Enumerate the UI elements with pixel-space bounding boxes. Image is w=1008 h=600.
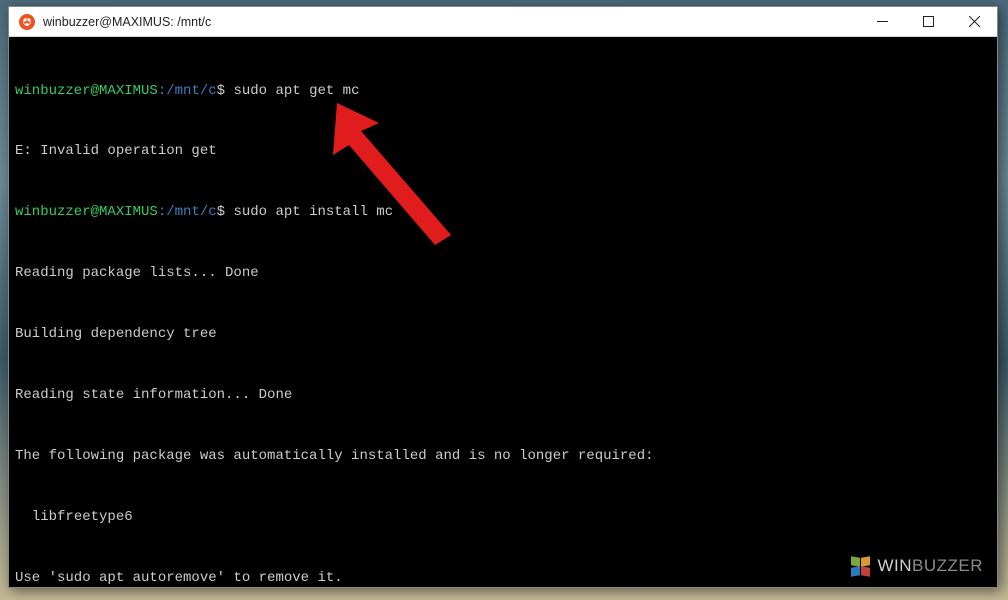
close-button[interactable] — [951, 7, 997, 37]
annotation-arrow-icon — [319, 97, 469, 247]
terminal-line: Reading package lists... Done — [15, 263, 991, 283]
prompt-colon: : — [158, 83, 166, 99]
command-text: sudo apt install mc — [233, 204, 393, 220]
window-title: winbuzzer@MAXIMUS: /mnt/c — [43, 15, 211, 29]
terminal-line: winbuzzer@MAXIMUS:/mnt/c$ sudo apt insta… — [15, 202, 991, 222]
ubuntu-icon — [19, 14, 35, 30]
command-text: sudo apt get mc — [233, 83, 359, 99]
terminal-line: libfreetype6 — [15, 507, 991, 527]
watermark-text: BUZZER — [912, 554, 983, 579]
window-titlebar[interactable]: winbuzzer@MAXIMUS: /mnt/c — [9, 7, 997, 37]
prompt-dollar: $ — [217, 204, 234, 220]
watermark-text: WIN — [877, 554, 912, 579]
terminal-line: Use 'sudo apt autoremove' to remove it. — [15, 568, 991, 587]
terminal-body[interactable]: winbuzzer@MAXIMUS:/mnt/c$ sudo apt get m… — [9, 37, 997, 587]
prompt-user: winbuzzer@MAXIMUS — [15, 204, 158, 220]
prompt-dollar: $ — [217, 83, 234, 99]
terminal-line: The following package was automatically … — [15, 446, 991, 466]
prompt-colon: : — [158, 204, 166, 220]
terminal-line: Building dependency tree — [15, 324, 991, 344]
terminal-line: E: Invalid operation get — [15, 141, 991, 161]
prompt-path: /mnt/c — [166, 204, 216, 220]
prompt-user: winbuzzer@MAXIMUS — [15, 83, 158, 99]
prompt-path: /mnt/c — [166, 83, 216, 99]
terminal-line: winbuzzer@MAXIMUS:/mnt/c$ sudo apt get m… — [15, 81, 991, 101]
winbuzzer-logo-icon — [851, 557, 871, 577]
watermark: WINBUZZER — [851, 554, 983, 579]
minimize-button[interactable] — [859, 7, 905, 37]
terminal-line: Reading state information... Done — [15, 385, 991, 405]
terminal-window: winbuzzer@MAXIMUS: /mnt/c winbuzzer@MAXI… — [8, 6, 998, 588]
maximize-button[interactable] — [905, 7, 951, 37]
